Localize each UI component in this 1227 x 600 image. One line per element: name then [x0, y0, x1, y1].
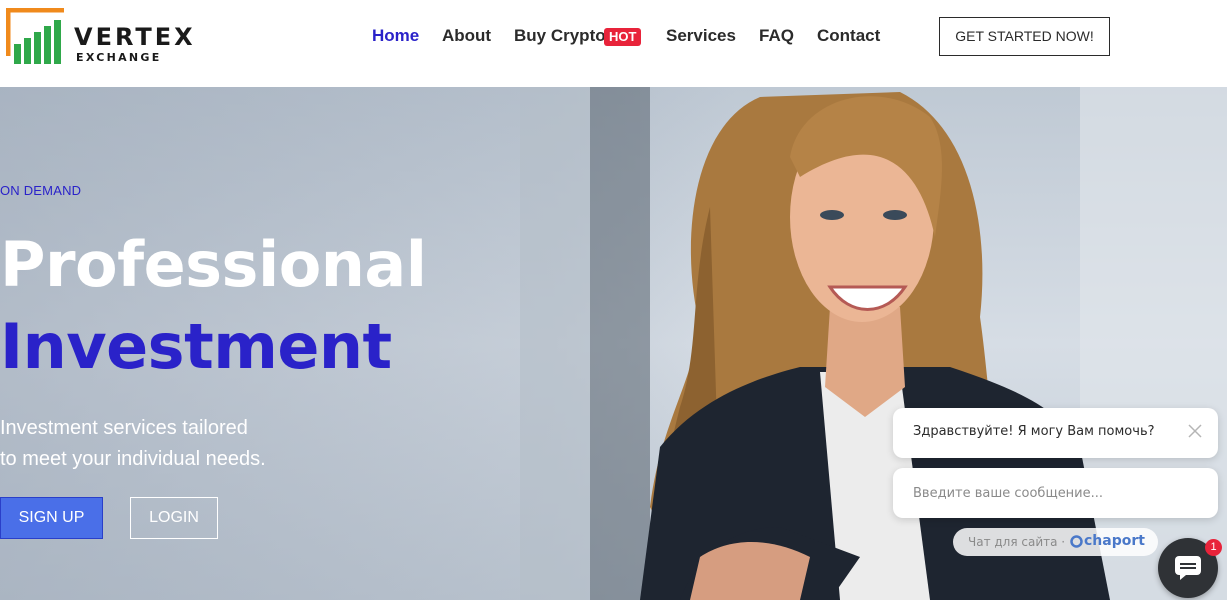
hot-badge: HOT — [604, 28, 642, 46]
login-button[interactable]: LOGIN — [130, 497, 218, 539]
hero-kicker: ON DEMAND — [0, 183, 82, 198]
nav-faq[interactable]: FAQ — [759, 26, 794, 46]
chat-powered-by-text: Чат для сайта · — [968, 535, 1066, 549]
chat-unread-badge: 1 — [1205, 539, 1222, 556]
nav-about[interactable]: About — [442, 26, 491, 46]
hero-title-primary: Professional — [0, 228, 427, 301]
vertex-logo[interactable]: VERTEX EXCHANGE — [6, 8, 193, 68]
chat-close-icon[interactable] — [1184, 420, 1206, 442]
hero-description-line-1: Investment services tailored — [0, 417, 248, 439]
chat-brand-name: chaport — [1084, 533, 1145, 549]
hero-title-accent: Investment — [0, 310, 392, 383]
get-started-button[interactable]: GET STARTED NOW! — [939, 17, 1110, 56]
chat-message-input[interactable] — [893, 468, 1218, 518]
nav-home[interactable]: Home — [372, 26, 419, 46]
chaport-logo-icon — [1070, 535, 1083, 548]
nav-services[interactable]: Services — [666, 26, 736, 46]
chat-powered-by[interactable]: Чат для сайта · chaport — [953, 528, 1158, 556]
nav-contact[interactable]: Contact — [817, 26, 880, 46]
chat-bubble-icon — [1175, 556, 1201, 580]
logo-wordmark: VERTEX — [74, 23, 196, 51]
hero-description: Investment services tailored to meet you… — [0, 413, 300, 475]
logo-chart-icon — [6, 8, 64, 64]
sign-up-button[interactable]: SIGN UP — [0, 497, 103, 539]
chat-greeting-bubble: Здравствуйте! Я могу Вам помочь? — [893, 408, 1218, 458]
hero-section: ON DEMAND Professional Investment Invest… — [0, 87, 1227, 600]
site-header: VERTEX EXCHANGE Home About Buy Crypto Se… — [0, 0, 1227, 87]
nav-buy-crypto[interactable]: Buy Crypto — [514, 26, 606, 46]
logo-subtitle: EXCHANGE — [76, 51, 162, 64]
chat-greeting-text: Здравствуйте! Я могу Вам помочь? — [913, 424, 1155, 439]
hero-description-line-2: to meet your individual needs. — [0, 448, 266, 470]
